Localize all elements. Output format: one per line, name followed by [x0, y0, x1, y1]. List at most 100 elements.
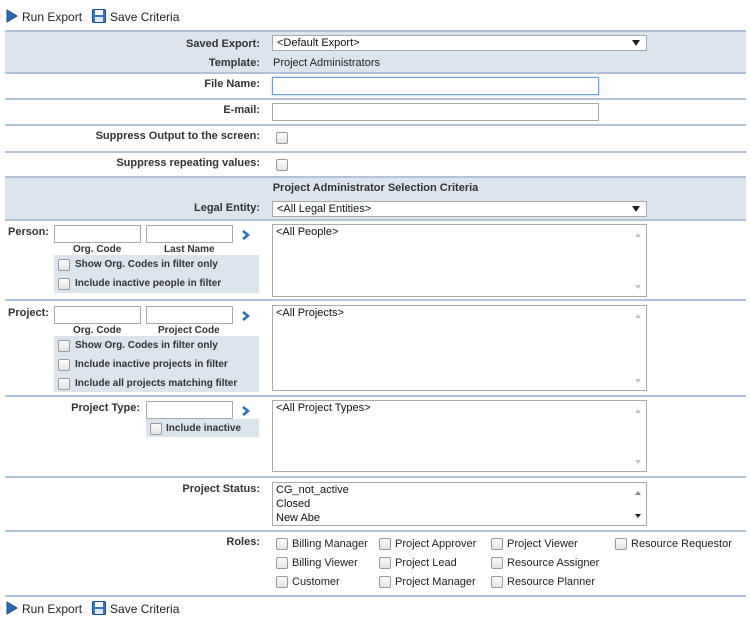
run-export-button[interactable]: Run Export	[6, 8, 83, 26]
scroll-up-icon[interactable]	[635, 314, 641, 318]
scroll-down-icon[interactable]	[635, 514, 641, 518]
person-org-code-input[interactable]	[54, 225, 141, 243]
project-include-inactive-label: Include inactive projects in filter	[75, 359, 228, 370]
go-arrow-icon[interactable]	[241, 311, 251, 321]
person-last-name-input[interactable]	[146, 225, 233, 243]
save-criteria-button[interactable]: Save Criteria	[92, 8, 180, 26]
run-export-label: Run Export	[22, 10, 83, 24]
separator	[5, 72, 746, 74]
project-type-input[interactable]	[146, 401, 233, 419]
scroll-down-icon[interactable]	[635, 460, 641, 464]
project-listbox[interactable]: <All Projects>	[272, 305, 647, 391]
scroll-up-icon[interactable]	[635, 409, 641, 413]
email-label: E-mail:	[223, 104, 260, 116]
scroll-up-icon[interactable]	[635, 491, 641, 495]
project-label: Project:	[8, 307, 49, 319]
run-export-label: Run Export	[22, 602, 83, 616]
role-project-viewer-label: Project Viewer	[507, 538, 578, 550]
save-criteria-label: Save Criteria	[110, 10, 180, 24]
file-name-label: File Name:	[204, 78, 260, 90]
person-last-name-caption: Last Name	[164, 244, 215, 255]
go-arrow-icon[interactable]	[241, 406, 251, 416]
person-include-inactive-checkbox[interactable]	[58, 278, 70, 290]
template-value: Project Administrators	[273, 57, 380, 69]
list-item[interactable]: <All People>	[273, 225, 646, 239]
role-project-viewer-checkbox[interactable]	[491, 538, 503, 550]
save-criteria-button[interactable]: Save Criteria	[92, 600, 179, 618]
list-item[interactable]: Closed	[273, 497, 646, 511]
role-resource-assigner-label: Resource Assigner	[507, 557, 600, 569]
project-type-include-inactive-checkbox[interactable]	[150, 423, 162, 435]
person-show-org-codes-checkbox[interactable]	[58, 259, 70, 271]
list-item[interactable]: New Abe	[273, 511, 646, 525]
scroll-up-icon[interactable]	[635, 233, 641, 237]
bottom-toolbar: Run Export Save Criteria	[6, 600, 189, 618]
role-billing-viewer-checkbox[interactable]	[276, 557, 288, 569]
legal-entity-select[interactable]: <All Legal Entities>	[272, 201, 647, 217]
project-show-org-codes-checkbox[interactable]	[58, 340, 70, 352]
role-project-manager-checkbox[interactable]	[379, 576, 391, 588]
list-item[interactable]: <All Projects>	[273, 306, 646, 320]
project-include-all-matching-label: Include all projects matching filter	[75, 378, 238, 389]
list-item[interactable]: <All Project Types>	[273, 401, 646, 415]
project-status-listbox[interactable]: CG_not_active Closed New Abe	[272, 482, 647, 526]
suppress-repeating-checkbox[interactable]	[276, 159, 288, 171]
role-project-approver-checkbox[interactable]	[379, 538, 391, 550]
suppress-output-checkbox[interactable]	[276, 132, 288, 144]
project-org-code-input[interactable]	[54, 306, 141, 324]
project-org-code-caption: Org. Code	[73, 325, 122, 336]
top-toolbar: Run Export Save Criteria	[6, 8, 189, 26]
person-listbox[interactable]: <All People>	[272, 224, 647, 297]
list-item[interactable]: CG_not_active	[273, 483, 646, 497]
scroll-down-icon[interactable]	[635, 379, 641, 383]
role-resource-requestor-label: Resource Requestor	[631, 538, 732, 550]
project-show-org-codes-label: Show Org. Codes in filter only	[75, 340, 218, 351]
role-project-lead-label: Project Lead	[395, 557, 457, 569]
project-include-inactive-checkbox[interactable]	[58, 359, 70, 371]
chevron-down-icon	[632, 206, 640, 212]
project-type-label: Project Type:	[71, 402, 140, 414]
project-status-label: Project Status:	[182, 483, 260, 495]
role-billing-manager-label: Billing Manager	[292, 538, 368, 550]
suppress-repeating-label: Suppress repeating values:	[116, 157, 260, 169]
role-project-lead-checkbox[interactable]	[379, 557, 391, 569]
role-billing-viewer-label: Billing Viewer	[292, 557, 358, 569]
file-name-input[interactable]	[272, 77, 599, 95]
project-code-input[interactable]	[146, 306, 233, 324]
separator	[5, 595, 746, 597]
legal-entity-value: <All Legal Entities>	[277, 203, 372, 215]
email-field[interactable]	[272, 103, 599, 121]
template-label: Template:	[208, 57, 260, 69]
play-icon	[6, 8, 18, 26]
separator	[5, 476, 746, 478]
role-resource-planner-label: Resource Planner	[507, 576, 596, 588]
play-icon	[6, 600, 18, 618]
role-customer-checkbox[interactable]	[276, 576, 288, 588]
project-type-listbox[interactable]: <All Project Types>	[272, 400, 647, 472]
project-include-all-matching-checkbox[interactable]	[58, 378, 70, 390]
role-project-manager-label: Project Manager	[395, 576, 476, 588]
saved-export-label: Saved Export:	[186, 38, 260, 50]
saved-export-select[interactable]: <Default Export>	[272, 35, 647, 51]
separator	[5, 530, 746, 532]
separator	[5, 219, 746, 221]
floppy-disk-icon	[92, 600, 107, 618]
role-resource-planner-checkbox[interactable]	[491, 576, 503, 588]
separator	[5, 299, 746, 301]
section-title: Project Administrator Selection Criteria	[272, 182, 479, 194]
role-project-approver-label: Project Approver	[395, 538, 477, 550]
separator	[5, 151, 746, 153]
suppress-output-label: Suppress Output to the screen:	[95, 130, 260, 142]
role-resource-assigner-checkbox[interactable]	[491, 557, 503, 569]
legal-entity-label: Legal Entity:	[193, 202, 260, 214]
run-export-button[interactable]: Run Export	[6, 600, 83, 618]
separator	[5, 124, 746, 126]
person-org-code-caption: Org. Code	[73, 244, 122, 255]
scroll-down-icon[interactable]	[635, 285, 641, 289]
role-customer-label: Customer	[292, 576, 340, 588]
project-code-caption: Project Code	[158, 325, 220, 336]
role-billing-manager-checkbox[interactable]	[276, 538, 288, 550]
role-resource-requestor-checkbox[interactable]	[615, 538, 627, 550]
person-label: Person:	[8, 226, 49, 238]
go-arrow-icon[interactable]	[241, 230, 251, 240]
